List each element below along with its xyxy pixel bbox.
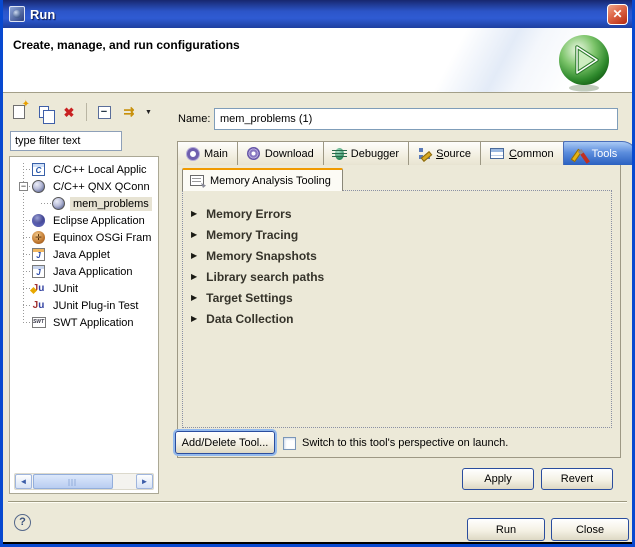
tree-item-mem-problems[interactable]: mem_problems: [10, 195, 152, 212]
qnx-qconnect-icon: [32, 180, 45, 193]
common-tab-icon: [490, 148, 504, 159]
switch-perspective-checkbox[interactable]: [283, 437, 296, 450]
delete-configuration-button[interactable]: ✖: [60, 103, 78, 121]
java-applet-icon: J: [32, 248, 45, 261]
tab-download[interactable]: Download: [237, 141, 324, 165]
section-memory-errors[interactable]: ▶ Memory Errors: [191, 203, 611, 224]
apply-button[interactable]: Apply: [462, 468, 534, 490]
section-memory-tracing[interactable]: ▶ Memory Tracing: [191, 224, 611, 245]
run-sphere-icon: [556, 33, 612, 93]
junit-plugin-icon: Ju: [33, 300, 45, 311]
tree-item-junit-plugin[interactable]: Ju JUnit Plug-in Test: [10, 297, 141, 314]
scrollbar-thumb[interactable]: [33, 474, 113, 489]
tab-source[interactable]: Source: [408, 141, 481, 165]
tree-item-equinox-osgi[interactable]: ✛ Equinox OSGi Fram: [10, 229, 154, 246]
tab-tools[interactable]: Tools: [563, 141, 635, 165]
download-tab-icon: [247, 147, 260, 160]
tree-item-junit[interactable]: Ju JUnit: [10, 280, 81, 297]
section-library-search-paths[interactable]: ▶ Library search paths: [191, 266, 611, 287]
configurations-toolbar: ✦ ✖ − ⇉ ▼: [10, 101, 152, 123]
collapse-expander-icon[interactable]: −: [19, 182, 28, 191]
section-target-settings[interactable]: ▶ Target Settings: [191, 287, 611, 308]
tree-horizontal-scrollbar[interactable]: ◄ ►: [14, 473, 154, 490]
filter-input[interactable]: [10, 131, 122, 151]
close-button[interactable]: Close: [551, 518, 629, 541]
run-dialog-icon: [9, 6, 25, 22]
filter-dropdown-arrow[interactable]: ▼: [145, 109, 152, 116]
collapsed-arrow-icon: ▶: [191, 272, 197, 281]
filter-configurations-button[interactable]: ⇉: [120, 103, 138, 121]
header-message: Create, manage, and run configurations: [13, 38, 240, 52]
main-tab-icon: [187, 148, 199, 160]
filter-icon: ⇉: [124, 104, 135, 120]
section-data-collection[interactable]: ▶ Data Collection: [191, 308, 611, 329]
duplicate-configuration-button[interactable]: [35, 103, 53, 121]
close-window-button[interactable]: ✕: [607, 4, 628, 25]
scroll-right-arrow-icon[interactable]: ►: [136, 474, 153, 489]
memory-analysis-tooling-tab[interactable]: Memory Analysis Tooling: [182, 168, 343, 191]
tree-item-java-application[interactable]: J Java Application: [10, 263, 136, 280]
toolbar-separator: [86, 103, 87, 121]
footer-separator: [8, 501, 627, 503]
memory-analysis-content: ▶ Memory Errors ▶ Memory Tracing ▶ Memor…: [182, 190, 612, 428]
collapsed-arrow-icon: ▶: [191, 314, 197, 323]
scroll-left-arrow-icon[interactable]: ◄: [15, 474, 32, 489]
eclipse-application-icon: [32, 214, 45, 227]
new-configuration-button[interactable]: ✦: [10, 103, 28, 121]
title-bar[interactable]: Run: [3, 0, 632, 28]
collapse-all-button[interactable]: −: [95, 103, 113, 121]
add-delete-tool-button[interactable]: Add/Delete Tool...: [175, 431, 275, 454]
equinox-osgi-icon: ✛: [32, 231, 45, 244]
tree-item-java-applet[interactable]: J Java Applet: [10, 246, 113, 263]
tree-item-eclipse-application[interactable]: Eclipse Application: [10, 212, 148, 229]
swt-application-icon: SWT: [32, 317, 46, 328]
tree-item-cpp-local[interactable]: C C/C++ Local Applic: [10, 161, 150, 178]
collapsed-arrow-icon: ▶: [191, 209, 197, 218]
name-label: Name:: [178, 113, 210, 125]
source-tab-icon: [418, 147, 431, 160]
qnx-qconnect-icon: [52, 197, 65, 210]
name-input[interactable]: [214, 108, 618, 130]
collapsed-arrow-icon: ▶: [191, 230, 197, 239]
tools-tab-icon: [573, 147, 587, 161]
collapse-all-icon: −: [98, 106, 111, 119]
delete-icon: ✖: [64, 106, 75, 119]
tree-item-swt-application[interactable]: SWT SWT Application: [10, 314, 137, 331]
revert-button[interactable]: Revert: [541, 468, 613, 490]
copy-icon: [39, 106, 49, 118]
c-application-icon: C: [32, 163, 45, 176]
new-star-icon: ✦: [22, 99, 30, 110]
debugger-tab-icon: [335, 148, 344, 160]
section-memory-snapshots[interactable]: ▶ Memory Snapshots: [191, 245, 611, 266]
tab-main[interactable]: Main: [177, 141, 238, 165]
dialog-header: Create, manage, and run configurations: [3, 28, 632, 93]
launch-configurations-tree: C C/C++ Local Applic − C/C++ QNX QConn m…: [9, 156, 159, 494]
switch-perspective-label: Switch to this tool's perspective on lau…: [302, 437, 508, 449]
run-dialog: Run ✕ Create, manage, and run configurat…: [0, 0, 635, 547]
help-button[interactable]: ?: [14, 514, 31, 531]
java-application-icon: J: [32, 265, 45, 278]
tree-item-qnx-qconn[interactable]: − C/C++ QNX QConn: [10, 178, 153, 195]
tab-debugger[interactable]: Debugger: [323, 141, 409, 165]
tab-row: Main Download Debugger Source Common Too…: [177, 141, 635, 165]
window-title: Run: [30, 7, 55, 22]
run-button[interactable]: Run: [467, 518, 545, 541]
collapsed-arrow-icon: ▶: [191, 251, 197, 260]
tab-common[interactable]: Common: [480, 141, 564, 165]
memory-analysis-tab-icon: [190, 175, 204, 186]
collapsed-arrow-icon: ▶: [191, 293, 197, 302]
